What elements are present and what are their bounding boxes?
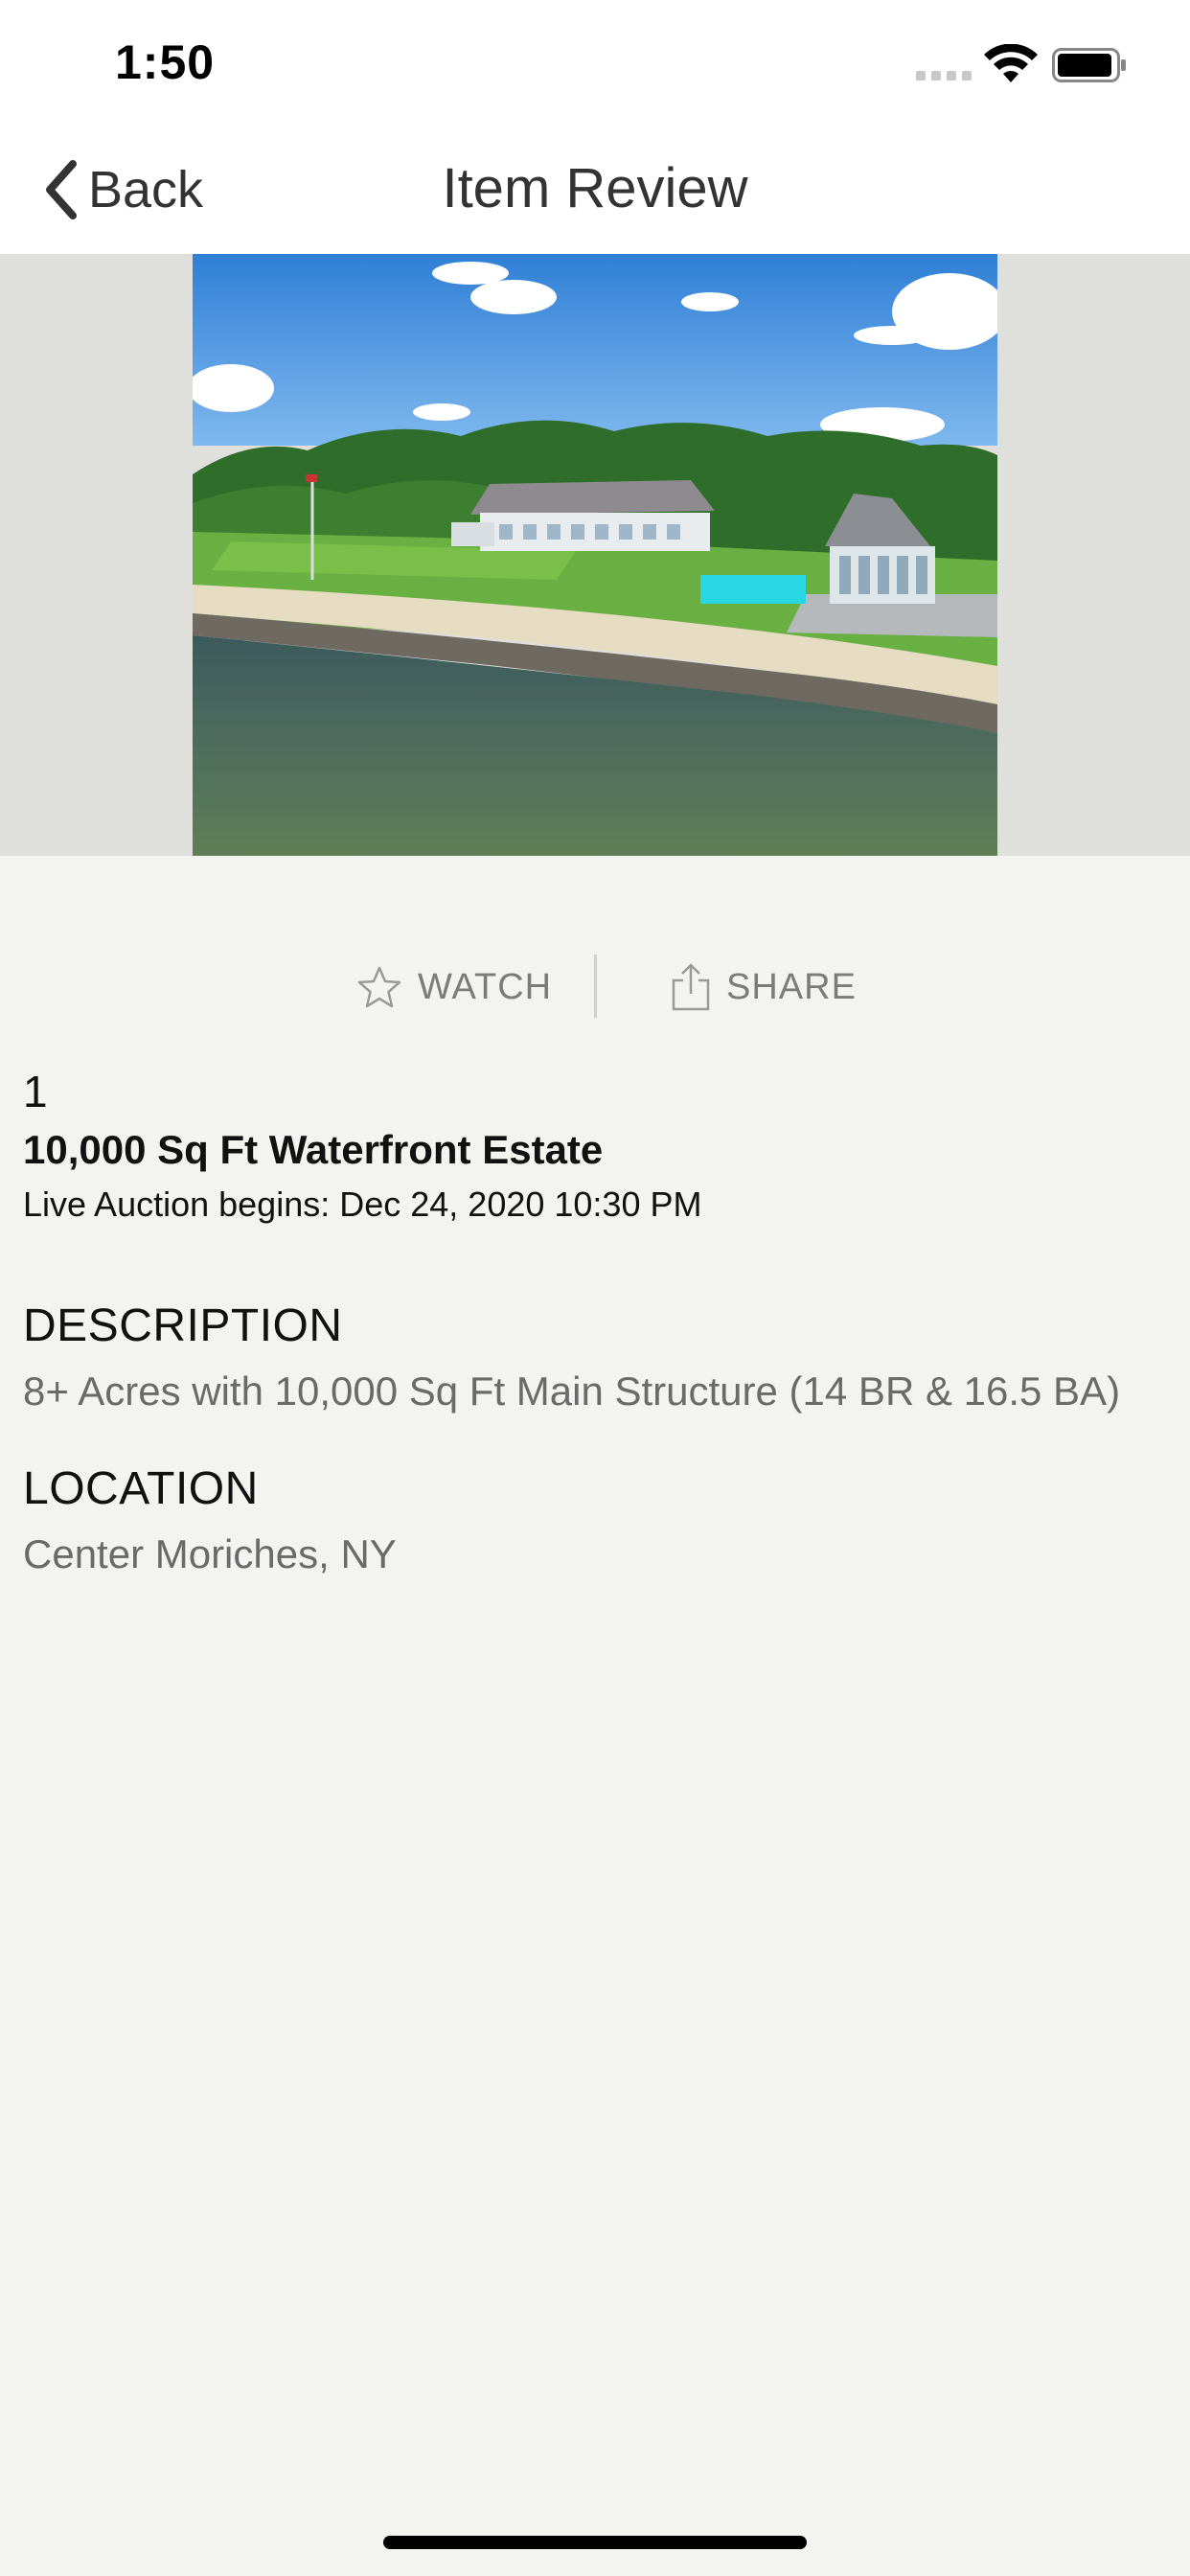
location-heading: LOCATION bbox=[23, 1463, 259, 1514]
share-label: SHARE bbox=[726, 966, 857, 1007]
status-time: 1:50 bbox=[115, 35, 216, 89]
home-indicator[interactable] bbox=[383, 2536, 807, 2549]
wifi-icon bbox=[984, 44, 1038, 82]
page-title: Item Review bbox=[442, 157, 748, 219]
waterfront-estate-image bbox=[193, 254, 997, 856]
action-divider bbox=[594, 954, 597, 1018]
item-title: 10,000 Sq Ft Waterfront Estate bbox=[23, 1127, 604, 1172]
star-icon bbox=[357, 966, 401, 1008]
watch-label: WATCH bbox=[418, 966, 553, 1007]
item-photo[interactable] bbox=[193, 254, 997, 856]
navigation-bar: Back Item Review bbox=[0, 129, 1190, 254]
lot-number: 1 bbox=[23, 1067, 48, 1116]
share-icon bbox=[672, 963, 710, 1011]
location-text: Center Moriches, NY bbox=[23, 1531, 397, 1576]
share-button[interactable]: SHARE bbox=[671, 949, 857, 1025]
item-actions: WATCH SHARE bbox=[0, 949, 1190, 1025]
battery-icon bbox=[1052, 48, 1126, 82]
description-heading: DESCRIPTION bbox=[23, 1300, 343, 1351]
watch-button[interactable]: WATCH bbox=[356, 949, 552, 1025]
hero-image-area bbox=[0, 254, 1190, 856]
status-bar: 1:50 bbox=[0, 0, 1190, 129]
auction-start-time: Live Auction begins: Dec 24, 2020 10:30 … bbox=[23, 1184, 702, 1224]
description-text: 8+ Acres with 10,000 Sq Ft Main Structur… bbox=[23, 1368, 1121, 1414]
cellular-signal-icon bbox=[916, 71, 972, 80]
